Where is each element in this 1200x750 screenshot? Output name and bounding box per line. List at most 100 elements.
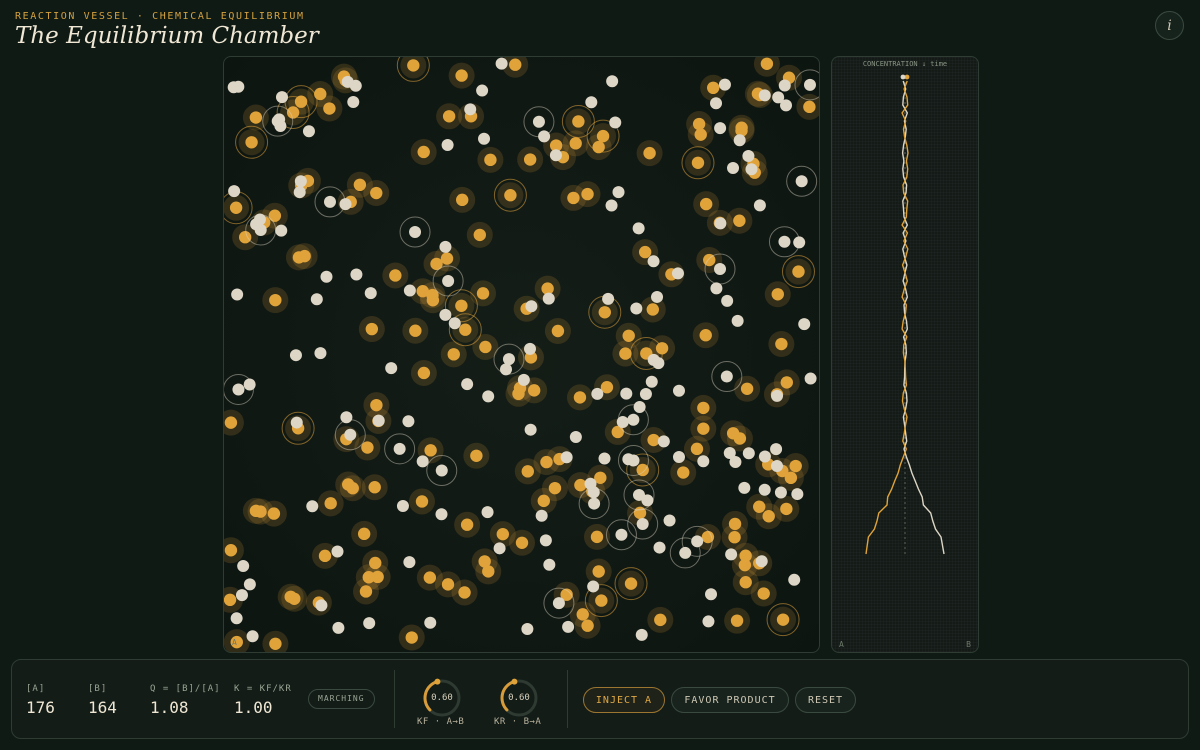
particle-b bbox=[770, 443, 783, 456]
particle-a bbox=[803, 100, 816, 114]
particle-a bbox=[677, 466, 690, 479]
particle-a bbox=[224, 544, 238, 557]
particle-b bbox=[499, 363, 512, 376]
particle-a bbox=[581, 619, 594, 632]
particle-a bbox=[245, 136, 258, 149]
info-button[interactable]: i bbox=[1155, 11, 1184, 40]
particle-b bbox=[476, 84, 489, 97]
particle-b bbox=[771, 389, 784, 402]
inject-a-button[interactable]: INJECT A bbox=[583, 687, 665, 713]
particle-a bbox=[470, 449, 483, 462]
particle-b bbox=[524, 423, 537, 436]
stat-k-label: K = KF/KR bbox=[234, 684, 292, 694]
particle-b bbox=[714, 217, 727, 230]
particle-a bbox=[537, 494, 550, 508]
particle-b bbox=[323, 195, 336, 208]
particle-a bbox=[595, 594, 608, 607]
particle-a bbox=[692, 117, 706, 131]
particle-b bbox=[344, 428, 357, 441]
particle-a bbox=[647, 433, 660, 447]
kr-value: 0.60 bbox=[508, 693, 530, 703]
vessel-eyebrow: REACTION VESSEL · CHEMICAL EQUILIBRIUM bbox=[15, 11, 305, 22]
particle-b bbox=[803, 78, 816, 91]
stat-a-value: 176 bbox=[26, 698, 55, 717]
particle-a bbox=[456, 193, 469, 207]
particle-b bbox=[672, 384, 685, 397]
particle-b bbox=[560, 451, 573, 464]
particle-b bbox=[632, 488, 645, 501]
concentration-graph: CONCENTRATION ↓ time A B bbox=[831, 56, 979, 653]
stat-a-label: [A] bbox=[26, 684, 46, 694]
particle-a bbox=[590, 530, 604, 544]
particle-a bbox=[314, 87, 327, 101]
particle-b bbox=[294, 175, 307, 188]
particle-b bbox=[231, 288, 244, 301]
particle-b bbox=[543, 558, 556, 571]
particle-b bbox=[521, 622, 534, 635]
particle-a bbox=[624, 577, 638, 590]
particle-a bbox=[733, 214, 746, 227]
particle-b bbox=[632, 222, 645, 235]
particle-a bbox=[229, 201, 243, 214]
particle-b bbox=[636, 518, 649, 531]
particle-b bbox=[714, 122, 727, 135]
particle-b bbox=[647, 353, 660, 366]
particle-a bbox=[292, 251, 306, 264]
particle-b bbox=[538, 130, 551, 143]
particle-b bbox=[639, 388, 652, 401]
particle-a bbox=[455, 299, 468, 312]
particle-a bbox=[269, 293, 282, 307]
particle-b bbox=[416, 455, 429, 468]
particle-b bbox=[771, 460, 784, 473]
particle-a bbox=[707, 81, 720, 95]
particle-b bbox=[630, 302, 643, 315]
particle-a bbox=[479, 340, 492, 354]
particle-b bbox=[753, 199, 766, 212]
particle-a bbox=[417, 366, 431, 380]
particle-a bbox=[789, 459, 802, 473]
particle-b bbox=[478, 132, 491, 145]
particle-a bbox=[407, 59, 420, 72]
particle-b bbox=[723, 446, 736, 459]
particle-b bbox=[605, 199, 618, 212]
favor-product-button[interactable]: FAVOR PRODUCT bbox=[671, 687, 789, 713]
particle-a bbox=[581, 187, 594, 201]
particle-a bbox=[423, 571, 437, 584]
particle-b bbox=[293, 186, 306, 199]
particle-a bbox=[699, 197, 713, 211]
particle-a bbox=[484, 153, 497, 167]
particle-a bbox=[324, 497, 337, 510]
stat-k-value: 1.00 bbox=[234, 698, 273, 717]
control-bar: [A] 176 [B] 164 Q = [B]/[A] 1.08 K = KF/… bbox=[11, 659, 1189, 739]
particle-b bbox=[718, 78, 731, 91]
particle-a bbox=[365, 322, 379, 336]
vessel-corner-label-a: A bbox=[232, 638, 237, 647]
particle-b bbox=[243, 578, 256, 591]
particle-b bbox=[495, 57, 508, 70]
particle-b bbox=[525, 300, 538, 313]
particle-b bbox=[535, 509, 548, 522]
reaction-vessel[interactable]: A bbox=[223, 56, 820, 653]
particle-b bbox=[347, 95, 360, 108]
reset-button[interactable]: RESET bbox=[795, 687, 856, 713]
particle-b bbox=[461, 378, 474, 391]
particle-a bbox=[592, 565, 605, 578]
particle-b bbox=[795, 175, 808, 188]
particle-b bbox=[772, 91, 785, 104]
particle-a bbox=[357, 527, 371, 541]
graph-axis-label-a: A bbox=[839, 640, 844, 649]
particle-a bbox=[458, 586, 471, 599]
particle-b bbox=[793, 236, 806, 249]
particle-b bbox=[710, 97, 723, 110]
particle-b bbox=[774, 486, 787, 499]
particle-b bbox=[758, 450, 771, 463]
particle-b bbox=[315, 599, 328, 612]
particle-b bbox=[672, 450, 685, 463]
particle-b bbox=[727, 162, 740, 175]
series-b-head bbox=[900, 74, 906, 80]
particle-b bbox=[464, 103, 477, 116]
kf-knob[interactable]: 0.60 bbox=[420, 676, 464, 720]
particle-b bbox=[562, 620, 575, 633]
kr-knob[interactable]: 0.60 bbox=[497, 676, 541, 720]
kf-label: KF · A→B bbox=[417, 717, 465, 727]
